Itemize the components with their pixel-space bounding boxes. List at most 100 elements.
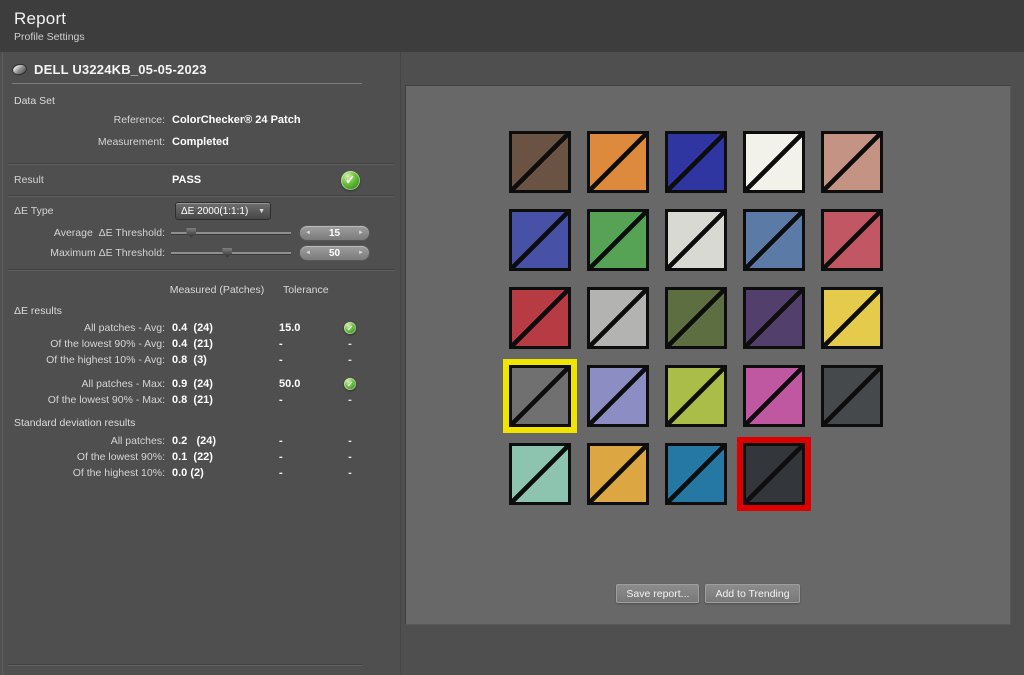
row-label: Of the lowest 90% - Avg: [14, 338, 165, 350]
report-panel: Save report... Add to Trending [405, 85, 1011, 625]
stepper-decrement-icon[interactable]: ◄ [305, 230, 311, 236]
color-patch[interactable] [587, 131, 649, 193]
row-label: All patches - Max: [14, 378, 165, 390]
separator [8, 664, 362, 666]
color-patch[interactable] [743, 131, 805, 193]
color-patch[interactable] [665, 131, 727, 193]
patch-row [509, 209, 883, 271]
patch-row [509, 131, 883, 193]
color-patch[interactable] [743, 209, 805, 271]
pane-edge-line [2, 52, 3, 675]
color-patch[interactable] [587, 209, 649, 271]
table-row: Of the highest 10%: 0.0 (2) - - [0, 465, 400, 481]
row-measured: 0.8 (21) [165, 394, 269, 406]
color-patch[interactable] [743, 287, 805, 349]
table-row: Of the lowest 90% - Avg: 0.4 (21) - - [0, 336, 400, 352]
row-status: - [327, 394, 373, 406]
separator [8, 269, 394, 271]
add-to-trending-button[interactable]: Add to Trending [705, 584, 799, 603]
result-value: PASS [165, 174, 269, 186]
color-patch[interactable] [587, 287, 649, 349]
color-patch[interactable] [509, 287, 571, 349]
row-tolerance: - [269, 394, 327, 406]
maximum-threshold-slider[interactable] [171, 252, 291, 255]
measured-column-header: Measured (Patches) [165, 284, 269, 296]
row-label: Of the lowest 90% - Max: [14, 394, 165, 406]
reference-label: Reference: [14, 114, 165, 126]
save-report-button[interactable]: Save report... [616, 584, 699, 603]
row-measured: 0.9 (24) [165, 378, 269, 390]
average-threshold-stepper[interactable]: ◄ 15 ► [299, 225, 370, 241]
row-tolerance: - [269, 338, 327, 350]
color-patch[interactable] [821, 131, 883, 193]
row-tolerance: 50.0 [269, 378, 327, 390]
color-patch[interactable] [821, 287, 883, 349]
row-tolerance: - [269, 467, 327, 479]
stepper-decrement-icon[interactable]: ◄ [305, 250, 311, 256]
color-patch[interactable] [665, 443, 727, 505]
row-label: All patches: [14, 435, 165, 447]
table-row: All patches - Avg: 0.4 (24) 15.0 ✓ [0, 320, 400, 336]
color-patch[interactable] [743, 443, 805, 505]
average-threshold-label: Average ΔE Threshold: [14, 227, 165, 239]
slider-thumb[interactable] [222, 248, 232, 258]
average-threshold-value: 15 [329, 228, 340, 239]
row-label: Of the lowest 90%: [14, 451, 165, 463]
reference-value: ColorChecker® 24 Patch [165, 114, 373, 126]
table-row: All patches - Max: 0.9 (24) 50.0 ✓ [0, 376, 400, 392]
pane-divider [400, 52, 401, 675]
de-type-label: ΔE Type [14, 205, 165, 217]
color-patch[interactable] [665, 365, 727, 427]
row-status: - [327, 467, 373, 479]
stepper-increment-icon[interactable]: ► [358, 250, 364, 256]
report-settings-pane: DELL U3224KB_05-05-2023 Data Set Referen… [0, 52, 400, 675]
separator [8, 195, 394, 197]
row-pass-check-icon: ✓ [344, 378, 356, 390]
row-tolerance: 15.0 [269, 322, 327, 334]
chevron-down-icon: ▼ [258, 208, 265, 215]
patch-grid [509, 131, 883, 521]
data-set-section-label: Data Set [14, 95, 400, 107]
sd-results-group-label: Standard deviation results [14, 417, 400, 429]
row-measured: 0.2 (24) [165, 435, 269, 447]
page-subtitle: Profile Settings [14, 31, 85, 43]
color-patch[interactable] [509, 209, 571, 271]
stepper-increment-icon[interactable]: ► [358, 230, 364, 236]
measurement-value: Completed [165, 136, 373, 148]
panel-buttons: Save report... Add to Trending [406, 584, 1010, 603]
color-patch[interactable] [665, 287, 727, 349]
table-row: Of the lowest 90%: 0.1 (22) - - [0, 449, 400, 465]
maximum-threshold-stepper[interactable]: ◄ 50 ► [299, 245, 370, 261]
row-status: - [327, 338, 373, 350]
color-patch[interactable] [509, 365, 571, 427]
color-patch[interactable] [587, 443, 649, 505]
row-label: Of the highest 10% - Avg: [14, 354, 165, 366]
display-icon [11, 62, 28, 76]
color-patch[interactable] [821, 209, 883, 271]
maximum-threshold-label: Maximum ΔE Threshold: [14, 247, 165, 259]
color-patch[interactable] [509, 131, 571, 193]
average-threshold-row: Average ΔE Threshold: ◄ 15 ► [0, 223, 400, 243]
color-patch[interactable] [587, 365, 649, 427]
measurement-row: Measurement: Completed [0, 131, 400, 153]
row-label: Of the highest 10%: [14, 467, 165, 479]
row-tolerance: - [269, 435, 327, 447]
de-results-group-label: ΔE results [14, 305, 400, 317]
measurement-label: Measurement: [14, 136, 165, 148]
top-bar: Report Profile Settings [0, 0, 1024, 52]
row-measured: 0.4 (21) [165, 338, 269, 350]
slider-thumb[interactable] [186, 228, 196, 238]
row-tolerance: - [269, 451, 327, 463]
average-threshold-slider[interactable] [171, 232, 291, 235]
row-measured: 0.4 (24) [165, 322, 269, 334]
color-patch[interactable] [743, 365, 805, 427]
tolerance-column-header: Tolerance [269, 284, 327, 296]
color-patch[interactable] [821, 365, 883, 427]
maximum-threshold-value: 50 [329, 248, 340, 259]
color-patch[interactable] [665, 209, 727, 271]
device-header: DELL U3224KB_05-05-2023 [12, 62, 362, 84]
result-pass-check-icon: ✓ [341, 171, 360, 190]
row-tolerance: - [269, 354, 327, 366]
color-patch[interactable] [509, 443, 571, 505]
de-type-dropdown[interactable]: ΔE 2000(1:1:1) ▼ [175, 202, 271, 220]
